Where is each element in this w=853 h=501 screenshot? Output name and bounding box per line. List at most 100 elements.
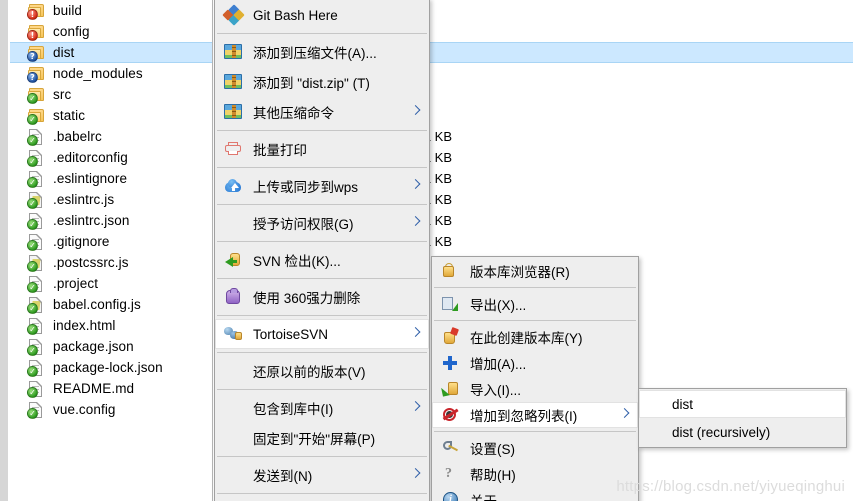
status-overlay-icon: ! xyxy=(27,9,38,20)
help-icon: ? xyxy=(445,466,452,481)
menu-item[interactable]: 批量打印 xyxy=(215,134,429,164)
menu-item[interactable]: Git Bash Here xyxy=(215,0,429,30)
menu-item-label: 增加(A)... xyxy=(470,357,527,372)
menu-item-label: 发送到(N) xyxy=(253,469,313,484)
menu-item[interactable]: 剪切(T) xyxy=(215,497,429,501)
menu-item-label: 还原以前的版本(V) xyxy=(253,365,366,380)
file-list-item[interactable]: ✓ .postcssrc.js xyxy=(10,252,212,273)
folder-icon: ! xyxy=(27,2,46,20)
document-icon: ✓ xyxy=(27,317,46,335)
menu-item[interactable]: 还原以前的版本(V) xyxy=(215,356,429,386)
file-list-item[interactable]: ✓ package-lock.json xyxy=(10,357,212,378)
menu-item[interactable]: i 关于 xyxy=(432,487,638,501)
menu-separator xyxy=(217,33,427,34)
file-list-item[interactable]: ✓ static xyxy=(10,105,212,126)
menu-item-label: 授予访问权限(G) xyxy=(253,217,354,232)
file-name: .eslintrc.json xyxy=(53,213,130,228)
file-list-item[interactable]: ✓ .eslintignore xyxy=(10,168,212,189)
file-list-item[interactable]: ? dist xyxy=(10,42,212,63)
menu-separator xyxy=(217,352,427,353)
folder-icon: ! xyxy=(27,23,46,41)
javascript-icon: ✓ xyxy=(27,254,46,272)
menu-item[interactable]: TortoiseSVN xyxy=(215,319,429,349)
menu-item[interactable]: 导出(X)... xyxy=(432,291,638,317)
status-overlay-icon: ✓ xyxy=(27,114,38,125)
file-name: node_modules xyxy=(53,66,143,81)
context-menu-primary[interactable]: Git Bash Here 添加到压缩文件(A)... 添加到 "dist.zip"… xyxy=(214,0,430,501)
menu-item[interactable]: 设置(S) xyxy=(432,435,638,461)
file-list-item[interactable]: ✓ src xyxy=(10,84,212,105)
file-list-item[interactable]: ! build xyxy=(10,0,212,21)
menu-item[interactable]: 固定到"开始"屏幕(P) xyxy=(215,423,429,453)
menu-item[interactable]: dist (recursively) xyxy=(639,418,846,446)
file-list-item[interactable]: ✓ babel.config.js xyxy=(10,294,212,315)
menu-item[interactable]: ? 帮助(H) xyxy=(432,461,638,487)
file-list-item[interactable]: ? node_modules xyxy=(10,63,212,84)
menu-separator xyxy=(217,130,427,131)
file-list-item[interactable]: ✓ .project xyxy=(10,273,212,294)
menu-item[interactable]: 其他压缩命令 xyxy=(215,97,429,127)
menu-item[interactable]: 添加到压缩文件(A)... xyxy=(215,37,429,67)
chevron-right-icon xyxy=(412,469,420,482)
file-list-item[interactable]: ✓ README.md xyxy=(10,378,212,399)
menu-item-label: 使用 360强力删除 xyxy=(253,291,361,306)
file-list-item[interactable]: ✓ index.html xyxy=(10,315,212,336)
menu-separator xyxy=(217,493,427,494)
file-list-item[interactable]: ✓ .editorconfig xyxy=(10,147,212,168)
menu-separator xyxy=(217,389,427,390)
menu-separator xyxy=(434,287,636,288)
menu-item-label: 设置(S) xyxy=(470,442,515,457)
file-list-item[interactable]: ✓ vue.config xyxy=(10,399,212,420)
menu-item-label: 其他压缩命令 xyxy=(253,106,334,121)
menu-item[interactable]: 版本库浏览器(R) xyxy=(432,258,638,284)
menu-item-label: 批量打印 xyxy=(253,143,307,158)
file-list-item[interactable]: ✓ .gitignore xyxy=(10,231,212,252)
file-list-item[interactable]: ✓ .babelrc xyxy=(10,126,212,147)
menu-item-label: 包含到库中(I) xyxy=(253,402,334,417)
winrar-icon xyxy=(223,42,243,62)
status-overlay-icon: ✓ xyxy=(27,345,38,356)
context-menu-ignore-list[interactable]: dist dist (recursively) xyxy=(638,388,847,448)
menu-item[interactable]: 发送到(N) xyxy=(215,460,429,490)
menu-item[interactable]: 授予访问权限(G) xyxy=(215,208,429,238)
menu-item[interactable]: 添加到 "dist.zip" (T) xyxy=(215,67,429,97)
menu-item[interactable]: 导入(I)... xyxy=(432,376,638,402)
menu-item[interactable]: 增加到忽略列表(I) xyxy=(432,402,638,428)
winrar-icon xyxy=(223,102,243,122)
menu-item[interactable]: SVN 检出(K)... xyxy=(215,245,429,275)
repo-browser-icon xyxy=(440,261,460,281)
file-name: babel.config.js xyxy=(53,297,141,312)
screenshot-root: ! build! config? dist? node_modules ✓ src ✓ stat… xyxy=(0,0,853,501)
export-icon xyxy=(440,294,460,314)
menu-item[interactable]: 增加(A)... xyxy=(432,350,638,376)
folder-icon: ? xyxy=(27,44,46,62)
menu-separator xyxy=(217,241,427,242)
file-name: build xyxy=(53,3,83,18)
file-name: README.md xyxy=(53,381,135,396)
menu-item[interactable]: 上传或同步到wps xyxy=(215,171,429,201)
status-overlay-icon: ✓ xyxy=(27,219,38,230)
git-icon xyxy=(222,4,245,26)
menu-item[interactable]: 使用 360强力删除 xyxy=(215,282,429,312)
status-overlay-icon: ✓ xyxy=(27,303,38,314)
file-list-item[interactable]: ✓ .eslintrc.json xyxy=(10,210,212,231)
chevron-right-icon xyxy=(412,180,420,193)
menu-item[interactable]: 在此创建版本库(Y) xyxy=(432,324,638,350)
file-name: .eslintignore xyxy=(53,171,128,186)
menu-item-label: 导入(I)... xyxy=(470,383,521,398)
file-name: index.html xyxy=(53,318,116,333)
file-list-item[interactable]: ✓ .eslintrc.js xyxy=(10,189,212,210)
menu-item[interactable]: dist xyxy=(639,390,846,418)
status-overlay-icon: ? xyxy=(27,51,38,62)
document-icon: ✓ xyxy=(27,128,46,146)
status-overlay-icon: ✓ xyxy=(27,261,38,272)
file-name: .eslintrc.js xyxy=(53,192,115,207)
context-menu-tortoisesvn[interactable]: 版本库浏览器(R) 导出(X)... 在此创建版本库(Y) 增加(A)... 导入(I)… xyxy=(431,256,639,501)
chevron-right-icon xyxy=(412,328,420,341)
file-list-item[interactable]: ✓ package.json xyxy=(10,336,212,357)
file-list-item[interactable]: ! config xyxy=(10,21,212,42)
menu-item[interactable]: 包含到库中(I) xyxy=(215,393,429,423)
menu-item-label: dist xyxy=(672,396,694,412)
menu-separator xyxy=(217,315,427,316)
file-name: .editorconfig xyxy=(53,150,128,165)
